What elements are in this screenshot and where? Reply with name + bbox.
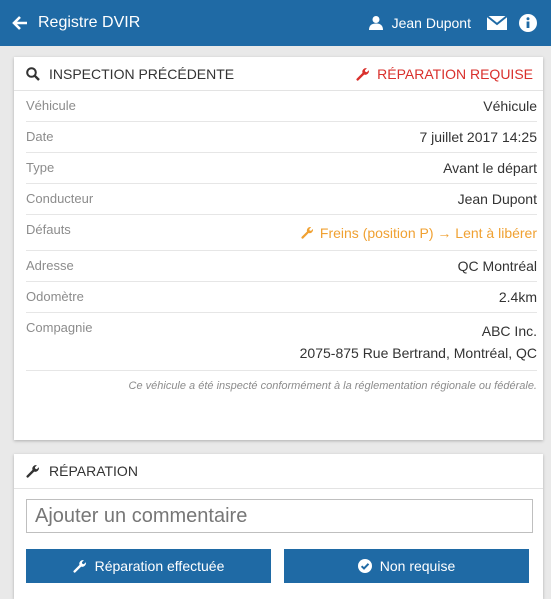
messages-button[interactable]: [487, 15, 507, 31]
not-required-label: Non requise: [379, 558, 456, 574]
wrench-icon: [356, 67, 370, 81]
vehicle-label: Véhicule: [26, 98, 76, 113]
status-text: RÉPARATION REQUISE: [377, 65, 533, 82]
previous-inspection-card: INSPECTION PRÉCÉDENTE RÉPARATION REQUISE…: [14, 57, 543, 440]
check-circle-icon: [357, 559, 372, 573]
defects-label: Défauts: [26, 222, 71, 237]
wrench-icon: [73, 560, 86, 573]
driver-value: Jean Dupont: [457, 191, 537, 207]
repair-header: RÉPARATION: [14, 454, 543, 489]
company-value: ABC Inc. 2075-875 Rue Bertrand, Montréal…: [186, 320, 537, 370]
info-icon: [519, 14, 537, 32]
defects-value: Freins (position P) → Lent à libérer: [186, 222, 537, 250]
back-button[interactable]: Registre DVIR: [12, 14, 140, 32]
odometer-value: 2.4km: [498, 289, 537, 305]
address-value: QC Montréal: [457, 258, 537, 274]
company-label: Compagnie: [26, 320, 93, 335]
comment-input[interactable]: Ajouter un commentaire: [26, 499, 533, 533]
type-row: Type Avant le départ: [26, 153, 537, 184]
date-value: 7 juillet 2017 14:25: [419, 129, 537, 145]
address-row: Adresse QC Montréal: [26, 251, 537, 282]
company-row: Compagnie ABC Inc. 2075-875 Rue Bertrand…: [26, 313, 537, 371]
driver-label: Conducteur: [26, 191, 94, 206]
defects-row: Défauts Freins (position P) → Lent à lib…: [26, 215, 537, 251]
envelope-icon: [487, 15, 507, 30]
compliance-note: Ce véhicule a été inspecté conformément …: [128, 380, 537, 392]
odometer-row: Odomètre 2.4km: [26, 282, 537, 313]
repair-done-label: Réparation effectuée: [94, 558, 225, 574]
date-label: Date: [26, 129, 54, 144]
company-address: 2075-875 Rue Bertrand, Montréal, QC: [299, 345, 537, 361]
user-menu[interactable]: Jean Dupont: [368, 15, 471, 31]
back-arrow-icon: [12, 16, 27, 30]
not-required-button[interactable]: Non requise: [284, 549, 529, 583]
vehicle-row: Véhicule Véhicule: [26, 91, 537, 122]
wrench-icon: [26, 465, 39, 478]
user-name: Jean Dupont: [391, 15, 471, 31]
repair-card: RÉPARATION Ajouter un commentaire Répara…: [14, 454, 543, 599]
address-label: Adresse: [26, 258, 74, 273]
status-badge: RÉPARATION REQUISE: [356, 66, 533, 82]
defect-text: Freins (position P) → Lent à libérer: [319, 225, 537, 241]
vehicle-value: Véhicule: [483, 98, 537, 114]
odometer-label: Odomètre: [26, 289, 84, 304]
company-name: ABC Inc.: [481, 323, 537, 339]
info-button[interactable]: [519, 14, 537, 32]
driver-row: Conducteur Jean Dupont: [26, 184, 537, 215]
app-header: Registre DVIR Jean Dupont: [0, 0, 551, 46]
date-row: Date 7 juillet 2017 14:25: [26, 122, 537, 153]
wrench-icon: [301, 227, 313, 239]
page-title: Registre DVIR: [38, 14, 141, 31]
inspection-title: INSPECTION PRÉCÉDENTE: [49, 65, 235, 82]
repair-title: RÉPARATION: [49, 463, 138, 479]
inspection-header: INSPECTION PRÉCÉDENTE RÉPARATION REQUISE: [14, 57, 543, 91]
comment-placeholder: Ajouter un commentaire: [35, 504, 248, 527]
type-value: Avant le départ: [443, 160, 537, 176]
type-label: Type: [26, 160, 55, 175]
repair-done-button[interactable]: Réparation effectuée: [26, 549, 271, 583]
search-icon: [26, 66, 40, 81]
user-icon: [368, 16, 383, 30]
